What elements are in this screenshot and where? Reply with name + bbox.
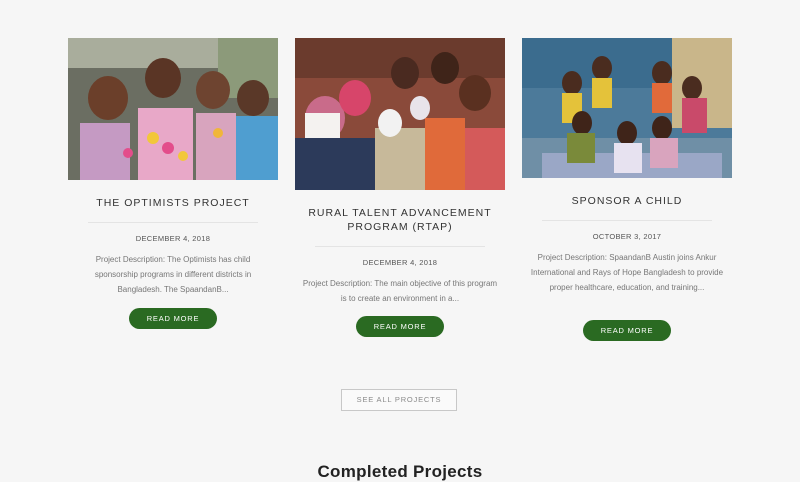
children-group-photo-icon[interactable] — [68, 38, 278, 180]
completed-projects-heading: Completed Projects — [317, 462, 483, 481]
project-title[interactable]: SPONSOR A CHILD — [522, 194, 732, 208]
see-all-projects-button[interactable]: SEE ALL PROJECTS — [341, 389, 457, 411]
project-title[interactable]: THE OPTIMISTS PROJECT — [68, 196, 278, 210]
project-date: DECEMBER 4, 2018 — [135, 234, 211, 243]
project-card-rtap: RURAL TALENT ADVANCEMENT PROGRAM (RTAP) … — [295, 38, 505, 348]
project-card-optimists: THE OPTIMISTS PROJECT DECEMBER 4, 2018 P… — [68, 38, 278, 338]
divider — [315, 246, 485, 247]
divider — [542, 220, 712, 221]
project-title[interactable]: RURAL TALENT ADVANCEMENT PROGRAM (RTAP) — [295, 206, 505, 234]
read-more-button[interactable]: READ MORE — [583, 320, 671, 341]
read-more-button[interactable]: READ MORE — [356, 316, 444, 337]
children-seated-photo-icon[interactable] — [522, 38, 732, 178]
project-description: Project Description: The Optimists has c… — [94, 255, 252, 294]
divider — [88, 222, 258, 223]
project-description: Project Description: The main objective … — [302, 279, 498, 303]
read-more-button[interactable]: READ MORE — [129, 308, 217, 329]
project-date: OCTOBER 3, 2017 — [592, 232, 662, 241]
classroom-children-photo-icon[interactable] — [295, 38, 505, 190]
project-date: DECEMBER 4, 2018 — [362, 258, 438, 267]
project-description: Project Description: SpaandanB Austin jo… — [530, 253, 724, 292]
project-card-sponsor: SPONSOR A CHILD OCTOBER 3, 2017 Project … — [522, 38, 732, 348]
